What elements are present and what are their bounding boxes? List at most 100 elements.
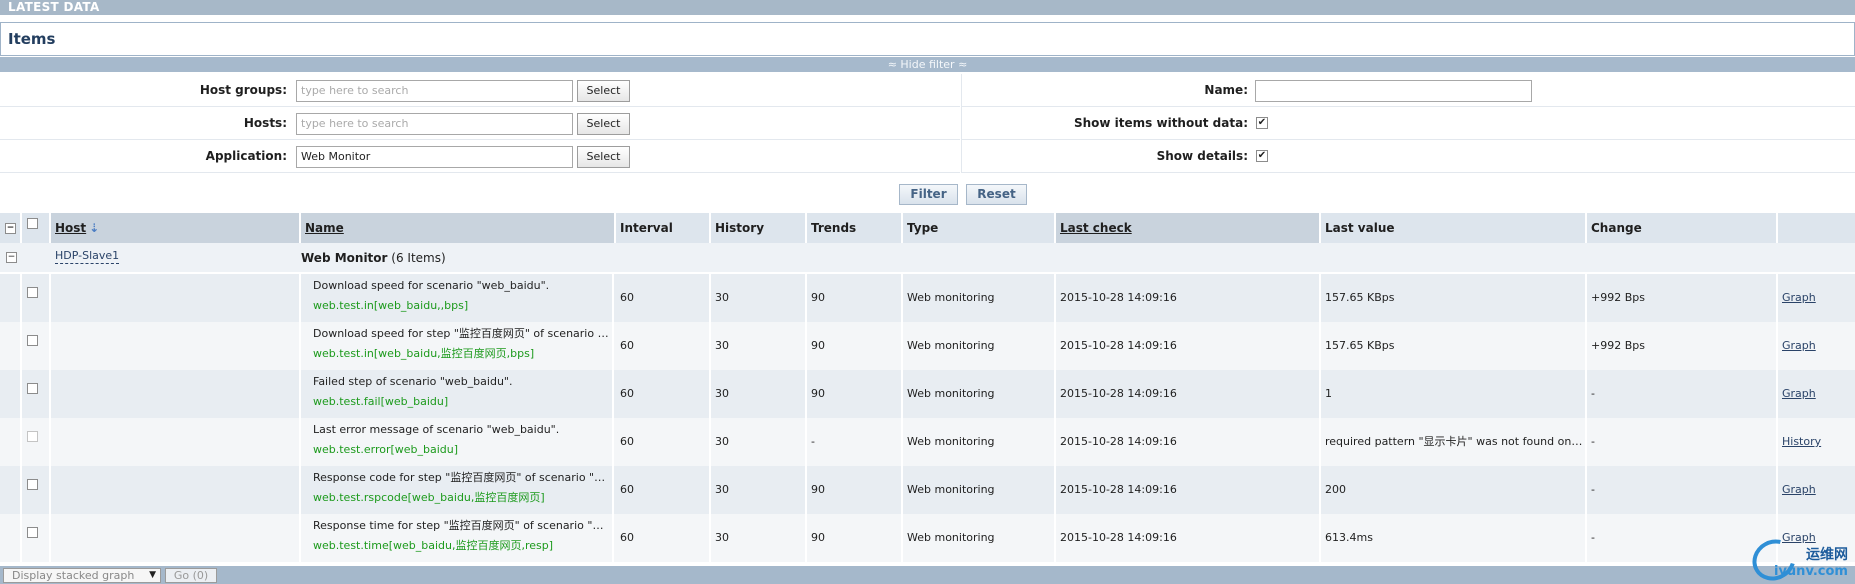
cell-last-check: 2015-10-28 14:09:16 — [1056, 370, 1321, 418]
cell-last-check: 2015-10-28 14:09:16 — [1056, 274, 1321, 322]
application-select-button[interactable]: Select — [577, 146, 630, 168]
page-header: Items — [0, 22, 1855, 56]
cell-type: Web monitoring — [903, 322, 1056, 370]
filter-row-application: Application: Web Monitor Select — [0, 140, 960, 173]
graph-link[interactable]: Graph — [1782, 291, 1816, 304]
item-name: Failed step of scenario "web_baidu". web.… — [301, 370, 614, 418]
hosts-select-button[interactable]: Select — [577, 113, 630, 135]
row-checkbox[interactable] — [27, 287, 38, 298]
item-name: Response code for step "监控百度网页" of scena… — [301, 466, 614, 514]
watermark-logo: 运维网 iyunv.com — [1744, 531, 1855, 584]
item-name: Download speed for scenario "web_baidu".… — [301, 274, 614, 322]
cell-last-value: 1 — [1321, 370, 1587, 418]
host-group-row: − HDP-Slave1 Web Monitor (6 Items) — [0, 243, 1855, 273]
column-last-check[interactable]: Last check — [1056, 213, 1321, 243]
cell-change: +992 Bps — [1587, 274, 1778, 322]
row-checkbox[interactable] — [27, 383, 38, 394]
filter-form: Host groups: type here to search Select … — [0, 74, 1855, 212]
show-without-data-checkbox[interactable]: ✔ — [1256, 117, 1268, 129]
filter-actions: Filter Reset — [0, 176, 1855, 210]
table-row: Download speed for step "监控百度网页" of scen… — [0, 322, 1855, 370]
row-checkbox-disabled — [27, 431, 38, 442]
history-link[interactable]: History — [1782, 435, 1821, 448]
select-all-checkbox[interactable] — [22, 213, 51, 243]
name-label: Name: — [1204, 83, 1248, 97]
page-title: Items — [8, 30, 56, 48]
table-row: Response code for step "监控百度网页" of scena… — [0, 466, 1855, 514]
cell-interval: 60 — [616, 418, 711, 466]
cell-interval: 60 — [616, 370, 711, 418]
column-name[interactable]: Name — [301, 213, 616, 243]
cell-history: 30 — [711, 370, 807, 418]
cell-type: Web monitoring — [903, 370, 1056, 418]
item-name: Download speed for step "监控百度网页" of scen… — [301, 322, 614, 370]
graph-link[interactable]: Graph — [1782, 339, 1816, 352]
dropdown-arrow-icon: ▼ — [149, 570, 156, 580]
cell-history: 30 — [711, 274, 807, 322]
column-type: Type — [903, 213, 1056, 243]
sort-down-icon: ⇣ — [89, 221, 100, 235]
cell-last-value: 200 — [1321, 466, 1587, 514]
section-header: LATEST DATA — [0, 0, 1855, 15]
host-link[interactable]: HDP-Slave1 — [55, 249, 120, 264]
hide-filter-label: Hide filter — [900, 58, 955, 71]
column-last-check-label: Last check — [1060, 221, 1132, 235]
go-button[interactable]: Go (0) — [165, 568, 217, 583]
column-actions — [1778, 213, 1855, 243]
table-row: Download speed for scenario "web_baidu".… — [0, 274, 1855, 322]
table-row: Last error message of scenario "web_baid… — [0, 418, 1855, 466]
hosts-label: Hosts: — [243, 116, 287, 130]
item-name: Last error message of scenario "web_baid… — [301, 418, 614, 466]
watermark-text-bottom: iyunv.com — [1774, 564, 1848, 579]
cell-trends: 90 — [807, 322, 903, 370]
cell-history: 30 — [711, 418, 807, 466]
cell-last-check: 2015-10-28 14:09:16 — [1056, 466, 1321, 514]
collapse-up-icon-right: ≈ — [954, 58, 968, 71]
filter-row-show-without-data: Show items without data: ✔ — [961, 107, 1855, 140]
host-groups-label: Host groups: — [199, 83, 287, 97]
graph-link[interactable]: Graph — [1782, 387, 1816, 400]
footer-action-bar: Display stacked graph ▼ Go (0) — [0, 566, 1855, 584]
column-interval: Interval — [616, 213, 711, 243]
column-name-label: Name — [305, 221, 344, 235]
filter-button[interactable]: Filter — [899, 184, 958, 205]
group-collapse-icon[interactable]: − — [6, 252, 17, 263]
cell-trends: 90 — [807, 466, 903, 514]
application-input[interactable]: Web Monitor — [296, 146, 573, 168]
filter-row-hosts: Hosts: type here to search Select — [0, 107, 960, 140]
name-input[interactable] — [1255, 80, 1532, 102]
hosts-input[interactable]: type here to search — [296, 113, 573, 135]
host-groups-input[interactable]: type here to search — [296, 80, 573, 102]
graph-link[interactable]: Graph — [1782, 483, 1816, 496]
collapse-up-icon: ≈ — [887, 58, 901, 71]
cell-interval: 60 — [616, 322, 711, 370]
cell-last-value: 157.65 KBps — [1321, 322, 1587, 370]
cell-interval: 60 — [616, 274, 711, 322]
table-header: − Host ⇣ Name Interval History Trends Typ… — [0, 213, 1855, 243]
show-details-label: Show details: — [1156, 149, 1248, 163]
checkbox-icon — [27, 218, 38, 229]
row-checkbox[interactable] — [27, 479, 38, 490]
column-history: History — [711, 213, 807, 243]
collapse-all-toggle[interactable]: − — [0, 213, 22, 243]
host-groups-select-button[interactable]: Select — [577, 80, 630, 102]
cell-type: Web monitoring — [903, 466, 1056, 514]
mass-action-select[interactable]: Display stacked graph ▼ — [3, 568, 161, 583]
reset-button[interactable]: Reset — [966, 184, 1027, 205]
show-without-data-label: Show items without data: — [1073, 116, 1248, 130]
item-name: Response time for step "监控百度网页" of scena… — [301, 514, 614, 562]
show-details-checkbox[interactable]: ✔ — [1256, 150, 1268, 162]
row-checkbox[interactable] — [27, 335, 38, 346]
minus-icon: − — [5, 223, 16, 234]
cell-trends: - — [807, 418, 903, 466]
hide-filter-toggle[interactable]: ≈ Hide filter ≈ — [0, 57, 1855, 72]
cell-type: Web monitoring — [903, 418, 1056, 466]
column-last-value: Last value — [1321, 213, 1587, 243]
cell-last-check: 2015-10-28 14:09:16 — [1056, 514, 1321, 562]
column-change: Change — [1587, 213, 1778, 243]
cell-last-value: 613.4ms — [1321, 514, 1587, 562]
filter-row-name: Name: — [961, 74, 1855, 107]
cell-interval: 60 — [616, 514, 711, 562]
column-host[interactable]: Host ⇣ — [51, 213, 301, 243]
row-checkbox[interactable] — [27, 527, 38, 538]
